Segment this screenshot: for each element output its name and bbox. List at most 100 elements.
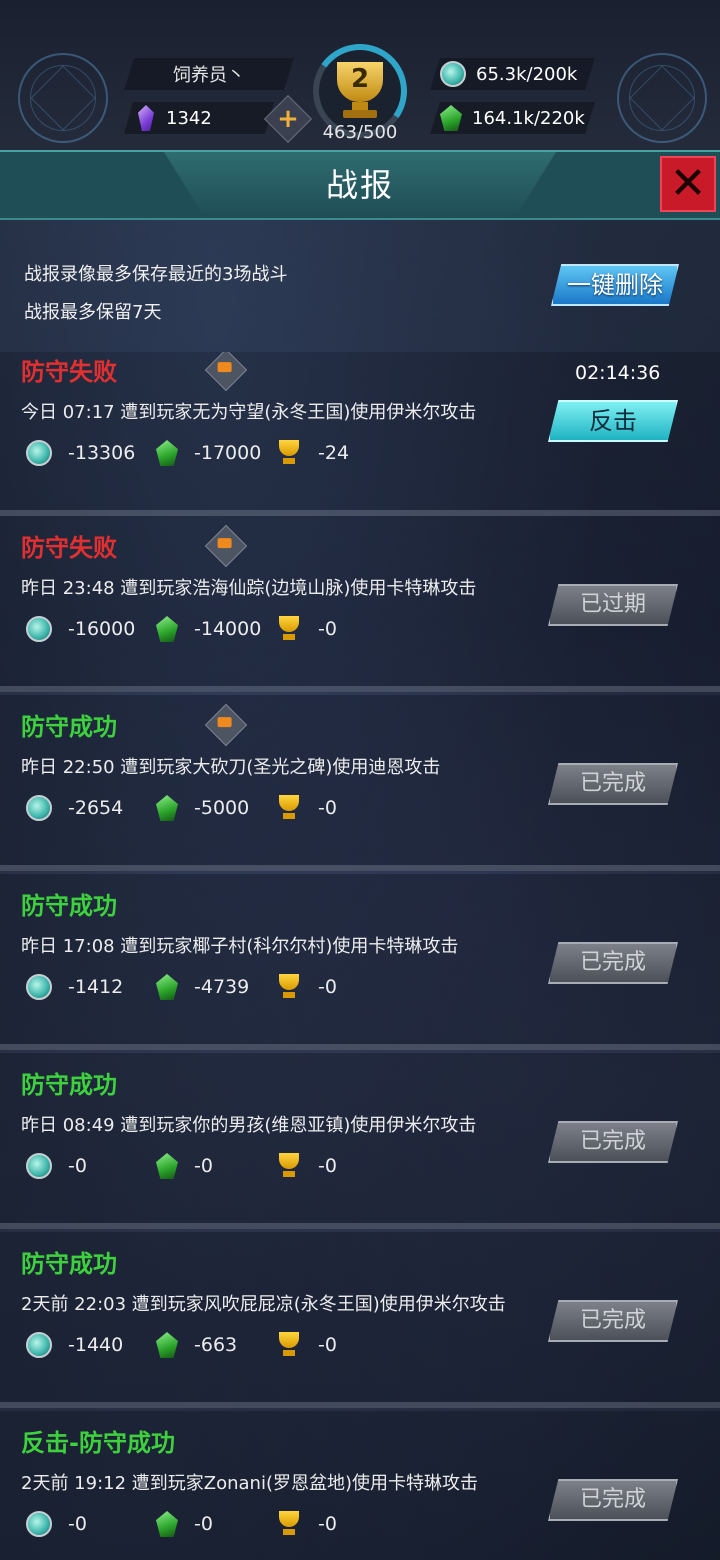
report-description: 昨日 08:49 遭到玩家你的男孩(维恩亚镇)使用伊米尔攻击	[21, 1115, 477, 1136]
coin-icon	[440, 61, 466, 87]
completed-button[interactable]: 已完成	[548, 1479, 678, 1521]
report-status: 防守成功	[21, 892, 117, 920]
completed-button[interactable]: 已完成	[548, 1300, 678, 1342]
coin-icon	[26, 616, 52, 642]
leaf-loss: -0	[156, 1153, 213, 1179]
leaf-loss: -4739	[156, 974, 249, 1000]
coin-loss: -1440	[26, 1332, 123, 1358]
report-status: 防守失败	[21, 534, 117, 562]
completed-button[interactable]: 已完成	[548, 942, 678, 984]
coin-loss: -0	[26, 1511, 87, 1537]
coin-icon	[26, 440, 52, 466]
video-camera-icon[interactable]	[204, 352, 248, 392]
report-item: 防守成功 昨日 08:49 遭到玩家你的男孩(维恩亚镇)使用伊米尔攻击 -0 -…	[0, 1053, 720, 1229]
report-item: 防守成功 昨日 22:50 遭到玩家大砍刀(圣光之碑)使用迪恩攻击 -2654 …	[0, 695, 720, 871]
completed-button[interactable]: 已完成	[548, 763, 678, 805]
coin-icon	[26, 1153, 52, 1179]
battle-report-list[interactable]: 防守失败 今日 07:17 遭到玩家无为守望(永冬王国)使用伊米尔攻击 -133…	[0, 352, 720, 1560]
leaf-icon	[156, 1511, 178, 1537]
report-item: 防守失败 昨日 23:48 遭到玩家浩海仙踪(边境山脉)使用卡特琳攻击 -160…	[0, 516, 720, 692]
leaf-loss-value: -5000	[194, 797, 250, 819]
magic-circle-left-icon	[18, 53, 108, 143]
top-hud: 饲养员丶 1342 + 2 463/500 65.3k/200k 164.1k/…	[0, 0, 720, 150]
trophy-loss-value: -24	[318, 442, 350, 464]
delete-all-button[interactable]: 一键删除	[551, 264, 679, 306]
report-status: 防守成功	[21, 1250, 117, 1278]
report-description: 昨日 17:08 遭到玩家椰子村(科尔尔村)使用卡特琳攻击	[21, 936, 459, 957]
leaf-resource-pill: 164.1k/220k	[430, 102, 595, 134]
completed-button[interactable]: 已完成	[548, 1121, 678, 1163]
leaf-loss-value: -17000	[194, 442, 262, 464]
leaf-icon	[156, 795, 178, 821]
leaf-loss: -5000	[156, 795, 249, 821]
coin-icon	[26, 1511, 52, 1537]
trophy-loss: -0	[276, 1511, 337, 1537]
video-camera-icon[interactable]	[204, 524, 248, 568]
report-item: 防守成功 昨日 17:08 遭到玩家椰子村(科尔尔村)使用卡特琳攻击 -1412…	[0, 874, 720, 1050]
leaf-loss-value: -0	[194, 1155, 213, 1177]
info-retention: 战报最多保留7天	[24, 302, 162, 323]
report-item: 防守失败 今日 07:17 遭到玩家无为守望(永冬王国)使用伊米尔攻击 -133…	[0, 352, 720, 516]
coin-loss: -16000	[26, 616, 135, 642]
player-name: 饲养员丶	[173, 65, 245, 86]
counterattack-timer: 02:14:36	[575, 362, 661, 384]
leaf-loss-value: -14000	[194, 618, 262, 640]
coin-resource-pill: 65.3k/200k	[430, 58, 595, 90]
trophy-loss: -0	[276, 616, 337, 642]
trophy-base	[343, 110, 377, 118]
report-description: 昨日 23:48 遭到玩家浩海仙踪(边境山脉)使用卡特琳攻击	[21, 578, 477, 599]
leaf-icon	[156, 1153, 178, 1179]
coin-loss-value: -16000	[68, 618, 136, 640]
video-camera-icon[interactable]	[204, 703, 248, 747]
report-status: 防守成功	[21, 1071, 117, 1099]
coin-resource: 65.3k/200k	[476, 63, 578, 85]
report-item: 防守成功 2天前 22:03 遭到玩家风吹屁屁凉(永冬王国)使用伊米尔攻击 -1…	[0, 1232, 720, 1408]
report-status: 防守失败	[21, 358, 117, 386]
coin-icon	[26, 1332, 52, 1358]
leaf-icon	[156, 974, 178, 1000]
close-button[interactable]: ✕	[660, 156, 716, 212]
coin-loss-value: -1412	[68, 976, 124, 998]
player-name-pill[interactable]: 饲养员丶	[124, 58, 294, 90]
gems-pill: 1342	[124, 102, 274, 134]
leaf-loss: -0	[156, 1511, 213, 1537]
coin-loss: -2654	[26, 795, 123, 821]
trophy-loss-value: -0	[318, 797, 337, 819]
coin-loss: -0	[26, 1153, 87, 1179]
trophy-loss-value: -0	[318, 1513, 337, 1535]
trophy-loss: -24	[276, 440, 349, 466]
counterattack-button[interactable]: 反击	[548, 400, 678, 442]
trophy-progress: 463/500	[322, 122, 398, 143]
coin-loss-value: -2654	[68, 797, 124, 819]
magic-circle-right-icon	[617, 53, 707, 143]
trophy-loss: -0	[276, 1332, 337, 1358]
leaf-loss: -14000	[156, 616, 261, 642]
leaf-loss-value: -4739	[194, 976, 250, 998]
leaf-icon	[156, 1332, 178, 1358]
title-bar: 战报	[0, 150, 720, 220]
trophy-loss: -0	[276, 974, 337, 1000]
trophy-icon	[276, 1332, 302, 1358]
coin-loss: -1412	[26, 974, 123, 1000]
coin-icon	[26, 974, 52, 1000]
trophy-icon	[276, 616, 302, 642]
coin-loss: -13306	[26, 440, 135, 466]
page-title: 战报	[325, 166, 394, 204]
trophy-loss-value: -0	[318, 618, 337, 640]
report-description: 昨日 22:50 遭到玩家大砍刀(圣光之碑)使用迪恩攻击	[21, 757, 441, 778]
trophy-icon	[276, 440, 302, 466]
leaf-icon	[440, 105, 462, 131]
expired-button[interactable]: 已过期	[548, 584, 678, 626]
trophy-icon	[276, 974, 302, 1000]
close-icon: ✕	[669, 158, 707, 209]
trophy-icon	[276, 1511, 302, 1537]
leaf-loss-value: -0	[194, 1513, 213, 1535]
leaf-loss: -663	[156, 1332, 237, 1358]
purple-gem-icon	[138, 105, 154, 131]
trophy-loss: -0	[276, 1153, 337, 1179]
leaf-icon	[156, 440, 178, 466]
report-status: 防守成功	[21, 713, 117, 741]
report-status: 反击-防守成功	[21, 1429, 175, 1457]
leaf-resource: 164.1k/220k	[472, 107, 585, 129]
trophy-cup-icon	[337, 62, 383, 102]
